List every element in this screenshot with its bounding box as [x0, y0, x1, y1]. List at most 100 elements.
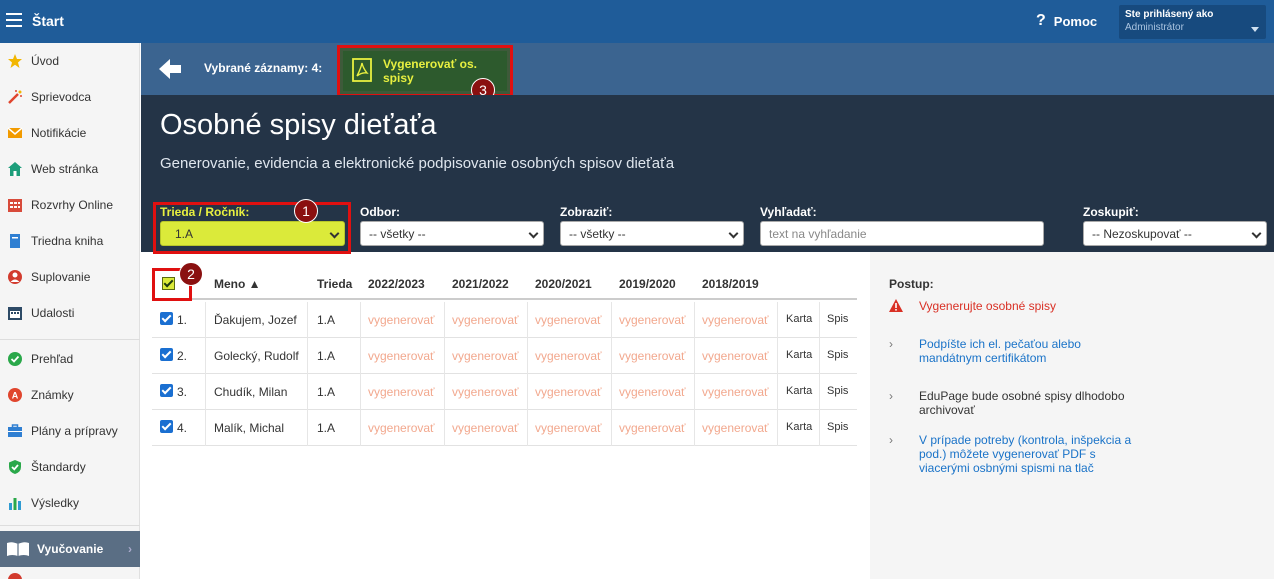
zoskupit-select[interactable]: -- Nezoskupovať -- [1083, 221, 1267, 246]
student-class: 1.A [317, 385, 336, 399]
sidebar-item-standardy[interactable]: Štandardy [0, 449, 140, 485]
table-header: 2 Meno ▲ Trieda 2022/2023 2021/2022 2020… [152, 262, 857, 301]
generate-link[interactable]: vygenerovať [535, 313, 602, 327]
column-header-meno[interactable]: Meno ▲ [214, 277, 261, 291]
generate-link[interactable]: vygenerovať [619, 421, 686, 435]
row-checkbox[interactable] [160, 348, 173, 361]
karta-link[interactable]: Karta [786, 421, 812, 433]
hamburger-menu-icon[interactable] [6, 13, 22, 27]
chevron-right-icon: › [889, 389, 893, 403]
help-label: Pomoc [1053, 13, 1098, 29]
user-title: Ste prihlásený ako [1125, 9, 1214, 20]
back-arrow-icon[interactable] [157, 57, 183, 81]
trieda-value: 1.A [175, 227, 194, 241]
procedure-step-text[interactable]: V prípade potreby (kontrola, inšpekcia a… [919, 433, 1139, 475]
help-button[interactable]: ? Pomoc [1036, 12, 1097, 30]
chevron-down-icon [728, 228, 739, 239]
generate-link[interactable]: vygenerovať [535, 385, 602, 399]
sidebar-item-web-stranka[interactable]: Web stránka [0, 151, 140, 187]
generate-link[interactable]: vygenerovať [368, 313, 435, 327]
sidebar-item-suplovanie[interactable]: Suplovanie [0, 259, 140, 295]
sidebar-item-prehlad[interactable]: Prehľad [0, 341, 140, 377]
spis-link[interactable]: Spis [827, 313, 848, 325]
sidebar: Úvod Sprievodca Notifikácie Web stránka … [0, 43, 140, 579]
sidebar-item-uvod[interactable]: Úvod [0, 43, 140, 79]
column-header-year[interactable]: 2022/2023 [368, 277, 425, 291]
generate-link[interactable]: vygenerovať [452, 385, 519, 399]
search-placeholder: text na vyhľadanie [769, 227, 867, 241]
column-header-year[interactable]: 2021/2022 [452, 277, 509, 291]
column-header-year[interactable]: 2018/2019 [702, 277, 759, 291]
start-link[interactable]: Štart [32, 13, 64, 29]
generate-link[interactable]: vygenerovať [619, 385, 686, 399]
pdf-icon [351, 57, 373, 85]
calendar-icon [6, 196, 24, 214]
procedure-panel: Postup: Vygenerujte osobné spisy › Podpí… [870, 252, 1274, 579]
generate-link[interactable]: vygenerovať [368, 385, 435, 399]
sidebar-item-notifikacie[interactable]: Notifikácie [0, 115, 140, 151]
generate-link[interactable]: vygenerovať [535, 421, 602, 435]
column-header-year[interactable]: 2020/2021 [535, 277, 592, 291]
chevron-down-icon [1251, 228, 1262, 239]
sidebar-item-vysledky[interactable]: Výsledky [0, 485, 140, 521]
odbor-label: Odbor: [360, 205, 400, 219]
generate-link[interactable]: vygenerovať [452, 349, 519, 363]
spis-link[interactable]: Spis [827, 349, 848, 361]
search-input[interactable]: text na vyhľadanie [760, 221, 1044, 246]
karta-link[interactable]: Karta [786, 385, 812, 397]
procedure-step-text[interactable]: Podpíšte ich el. pečaťou alebo mandátnym… [919, 337, 1139, 365]
bar-chart-icon [6, 494, 24, 512]
sidebar-item-znamky[interactable]: A Známky [0, 377, 140, 413]
generate-link[interactable]: vygenerovať [702, 421, 769, 435]
sidebar-item-rozvrhy-online[interactable]: Rozvrhy Online [0, 187, 140, 223]
sidebar-item-udalosti[interactable]: Udalosti [0, 295, 140, 331]
generate-link[interactable]: vygenerovať [368, 421, 435, 435]
row-number: 1. [177, 313, 188, 327]
sidebar-item-triedna-kniha[interactable]: Triedna kniha [0, 223, 140, 259]
sidebar-item-label: Výsledky [31, 496, 80, 510]
sidebar-item-label: Úvod [31, 54, 60, 68]
generate-link[interactable]: vygenerovať [702, 385, 769, 399]
event-calendar-icon [6, 304, 24, 322]
row-checkbox[interactable] [160, 420, 173, 433]
spis-link[interactable]: Spis [827, 421, 848, 433]
odbor-select[interactable]: -- všetky -- [360, 221, 544, 246]
generate-link[interactable]: vygenerovať [452, 421, 519, 435]
procedure-step: Vygenerujte osobné spisy [889, 299, 1139, 315]
spis-link[interactable]: Spis [827, 385, 848, 397]
zobrazit-select[interactable]: -- všetky -- [560, 221, 744, 246]
generate-link[interactable]: vygenerovať [619, 313, 686, 327]
zobrazit-value: -- všetky -- [569, 227, 626, 241]
row-checkbox[interactable] [160, 312, 173, 325]
generate-link[interactable]: vygenerovať [368, 349, 435, 363]
user-menu[interactable]: Ste prihlásený ako Administrátor [1119, 5, 1266, 39]
column-header-year[interactable]: 2019/2020 [619, 277, 676, 291]
zoskupit-label: Zoskupiť: [1083, 205, 1139, 219]
sidebar-item-label: Notifikácie [31, 126, 87, 140]
generate-link[interactable]: vygenerovať [619, 349, 686, 363]
generate-link[interactable]: vygenerovať [702, 349, 769, 363]
step-marker-2: 2 [179, 262, 203, 286]
generate-link[interactable]: vygenerovať [452, 313, 519, 327]
row-checkbox[interactable] [160, 384, 173, 397]
sidebar-item-vyucovanie[interactable]: Vyučovanie › [0, 531, 140, 567]
karta-link[interactable]: Karta [786, 349, 812, 361]
page-title: Osobné spisy dieťaťa [160, 109, 437, 141]
generate-link[interactable]: vygenerovať [702, 313, 769, 327]
generate-link[interactable]: vygenerovať [535, 349, 602, 363]
table-row: 4. Malík, Michal 1.A vygenerovať vygener… [152, 410, 857, 446]
select-all-checkbox[interactable] [162, 277, 175, 290]
check-circle-icon [6, 350, 24, 368]
table-row: 2. Golecký, Rudolf 1.A vygenerovať vygen… [152, 338, 857, 374]
chevron-right-icon: › [889, 337, 893, 351]
student-class: 1.A [317, 421, 336, 435]
shield-check-icon [6, 458, 24, 476]
sidebar-item-plany-a-pripravy[interactable]: Plány a prípravy [0, 413, 140, 449]
trieda-select[interactable]: 1.A [160, 221, 345, 246]
column-header-trieda[interactable]: Trieda [317, 277, 352, 291]
sidebar-item-label: Udalosti [31, 306, 75, 320]
sidebar-item-sprievodca[interactable]: Sprievodca [0, 79, 140, 115]
karta-link[interactable]: Karta [786, 313, 812, 325]
sidebar-item-label: Web stránka [31, 162, 99, 176]
star-icon [6, 52, 24, 70]
